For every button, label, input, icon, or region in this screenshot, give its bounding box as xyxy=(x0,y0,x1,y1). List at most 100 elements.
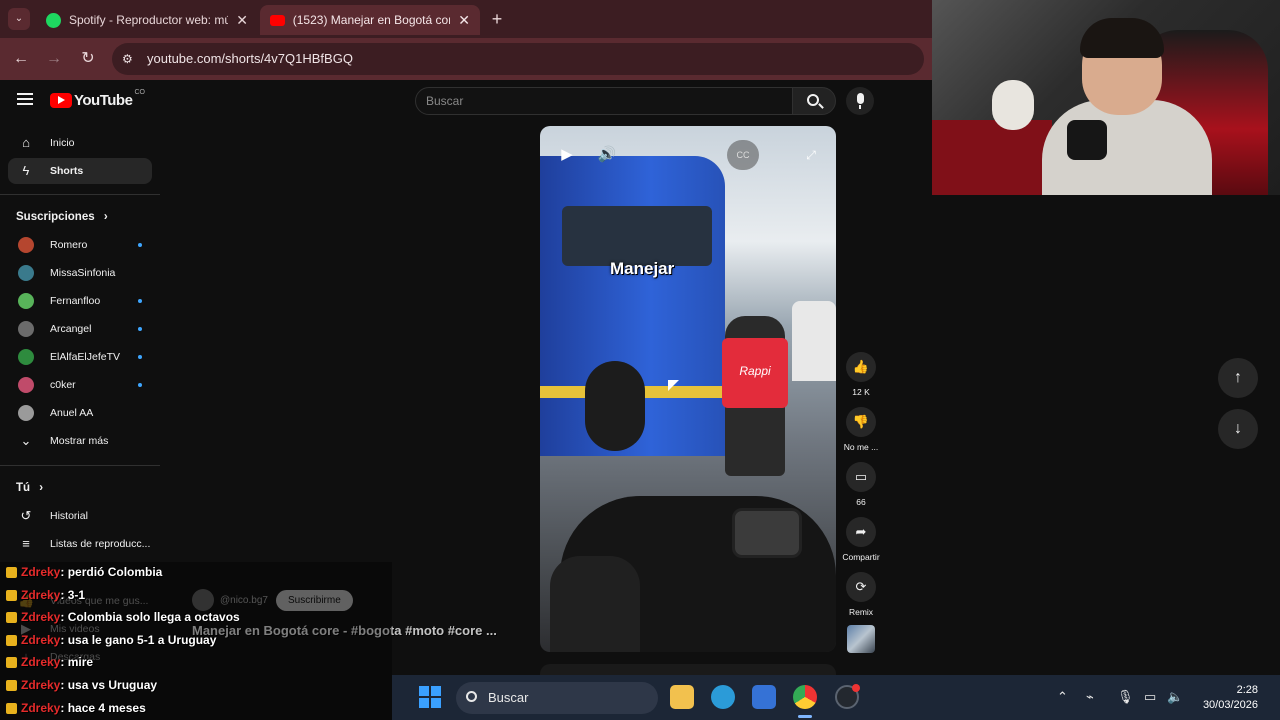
sidebar-item-label: Listas de reproducc... xyxy=(50,538,151,550)
sidebar-item-inicio[interactable]: ⌂ Inicio xyxy=(8,130,152,156)
sidebar-item-shorts[interactable]: ϟ Shorts xyxy=(8,158,152,184)
sidebar-item-label: Inicio xyxy=(50,137,75,149)
youtube-logo[interactable]: YouTube CO xyxy=(50,89,145,109)
clock-date: 30/03/2026 xyxy=(1202,699,1258,711)
chat-username: Zdreky xyxy=(21,655,61,669)
chevron-down-icon: ⌄ xyxy=(20,433,32,448)
reload-icon[interactable]: ↻ xyxy=(77,48,99,70)
crown-icon xyxy=(6,566,17,578)
show-more-button[interactable]: ⌄ Mostrar más xyxy=(8,428,152,454)
dislike-button[interactable]: 👎 No me ... xyxy=(844,407,878,452)
sidebar-item-label: Romero xyxy=(50,239,88,251)
back-icon[interactable]: ← xyxy=(10,48,32,70)
search-icon xyxy=(466,691,477,702)
sidebar-item-history[interactable]: ↺ Historial xyxy=(8,503,152,529)
fullscreen-icon[interactable]: ⤢ xyxy=(800,144,822,166)
youtube-icon xyxy=(270,14,285,26)
forward-icon[interactable]: → xyxy=(43,48,65,70)
sidebar-item-label: MissaSinfonia xyxy=(50,267,116,279)
search-button[interactable] xyxy=(792,87,836,115)
close-tab-icon[interactable]: ✕ xyxy=(236,12,248,29)
new-content-dot xyxy=(138,299,142,303)
sidebar-item-label: c0ker xyxy=(50,379,76,391)
remix-label: Remix xyxy=(848,607,874,617)
sidebar-item-subscription[interactable]: Arcangel xyxy=(8,316,152,342)
like-button[interactable]: 👍 12 K xyxy=(846,352,876,397)
edge-icon[interactable] xyxy=(711,685,735,709)
play-icon[interactable]: ▶ xyxy=(556,144,578,166)
tab-list-dropdown[interactable]: ⌄ xyxy=(8,8,30,30)
menu-icon[interactable] xyxy=(17,93,33,105)
sidebar-item-label: Anuel AA xyxy=(50,407,94,419)
chat-text: : 3-1 xyxy=(60,588,86,602)
taskbar-search[interactable]: Buscar xyxy=(456,682,658,714)
sidebar-item-subscription[interactable]: c0ker xyxy=(8,372,152,398)
glove-image xyxy=(550,556,640,652)
network-icon[interactable]: ⌁ xyxy=(1086,689,1094,705)
comment-count: 66 xyxy=(856,497,866,507)
avatar xyxy=(18,293,34,309)
sidebar-item-label: Arcangel xyxy=(50,323,92,335)
next-short-button[interactable]: ↓ xyxy=(1218,409,1258,449)
divider xyxy=(0,465,160,466)
chat-message: Zdreky : perdió Colombia xyxy=(6,563,162,581)
chevron-right-icon: › xyxy=(39,482,44,494)
volume-icon[interactable]: 🔊 xyxy=(596,144,618,166)
site-info-icon[interactable]: ⚙ xyxy=(122,43,133,75)
chat-message: Zdreky : hace 4 meses xyxy=(6,699,146,717)
sidebar-item-label: Shorts xyxy=(50,165,84,177)
speaker-icon[interactable]: 🔈 xyxy=(1167,689,1183,705)
sofa-image xyxy=(932,120,1052,195)
subscriptions-label: Suscripciones xyxy=(16,211,95,223)
chat-username: Zdreky xyxy=(21,588,61,602)
bus-wheel xyxy=(585,361,645,451)
file-explorer-icon[interactable] xyxy=(670,685,694,709)
stream-chat-overlay: Zdreky : perdió Colombia Zdreky : 3-1 Zd… xyxy=(0,562,392,720)
you-heading[interactable]: Tú › xyxy=(16,482,43,494)
shorts-icon: ϟ xyxy=(22,163,30,178)
sidebar-item-subscription[interactable]: MissaSinfonia xyxy=(8,260,152,286)
microphone-icon[interactable]: 🎙 xyxy=(1117,689,1134,705)
chat-message: Zdreky : usa le gano 5-1 a Uruguay xyxy=(6,631,216,649)
playlist-icon: ≡ xyxy=(22,536,30,551)
windows-start-icon[interactable] xyxy=(419,686,441,708)
captions-button[interactable]: CC xyxy=(727,140,759,170)
audio-thumbnail[interactable] xyxy=(847,625,875,653)
sidebar-item-playlists[interactable]: ≡ Listas de reproducc... xyxy=(8,531,152,557)
comments-button[interactable]: ▭ 66 xyxy=(846,462,876,507)
chat-username: Zdreky xyxy=(21,565,61,579)
chat-message: Zdreky : Colombia solo llega a octavos xyxy=(6,608,240,626)
search-input[interactable]: Buscar xyxy=(415,87,793,115)
display-icon[interactable]: ▭ xyxy=(1144,689,1156,705)
crown-icon xyxy=(6,702,17,714)
close-tab-icon[interactable]: ✕ xyxy=(458,12,470,29)
chat-message: Zdreky : mire xyxy=(6,653,93,671)
sidebar-item-subscription[interactable]: Fernanfloo xyxy=(8,288,152,314)
chat-message: Zdreky : 3-1 xyxy=(6,586,85,604)
tab-spotify[interactable]: Spotify - Reproductor web: mús ✕ xyxy=(36,5,258,35)
subscriptions-heading[interactable]: Suscripciones › xyxy=(16,211,108,223)
active-app-indicator xyxy=(798,715,812,718)
address-bar[interactable]: ⚙ youtube.com/shorts/4v7Q1HBfBGQ xyxy=(112,43,924,75)
chat-text: : perdió Colombia xyxy=(60,565,163,579)
chrome-icon[interactable] xyxy=(793,685,817,709)
sidebar-item-subscription[interactable]: Romero xyxy=(8,232,152,258)
share-button[interactable]: ➦ Compartir xyxy=(842,517,880,562)
remix-button[interactable]: ⟳ Remix xyxy=(846,572,876,617)
mouse-cursor xyxy=(668,380,679,391)
store-icon[interactable] xyxy=(752,685,776,709)
browser-tab-bar: ⌄ Spotify - Reproductor web: mús ✕ (1523… xyxy=(0,0,932,38)
taskbar-clock[interactable]: 2:28 30/03/2026 xyxy=(1203,683,1258,713)
dislike-label: No me ... xyxy=(843,442,879,452)
avatar xyxy=(18,349,34,365)
sidebar-item-subscription[interactable]: ElAlfaElJefeTV xyxy=(8,344,152,370)
remix-icon: ⟳ xyxy=(846,572,876,602)
tab-youtube[interactable]: (1523) Manejar en Bogotá core ✕ xyxy=(260,5,480,35)
shorts-video-player[interactable]: Rappi Manejar ▶ 🔊 CC ⤢ xyxy=(540,126,836,652)
new-tab-button[interactable]: + xyxy=(486,8,508,30)
tray-expand-icon[interactable]: ⌃ xyxy=(1057,689,1068,705)
crown-icon xyxy=(6,679,17,691)
voice-search-button[interactable] xyxy=(846,87,874,115)
sidebar-item-subscription[interactable]: Anuel AA xyxy=(8,400,152,426)
previous-short-button[interactable]: ↑ xyxy=(1218,358,1258,398)
